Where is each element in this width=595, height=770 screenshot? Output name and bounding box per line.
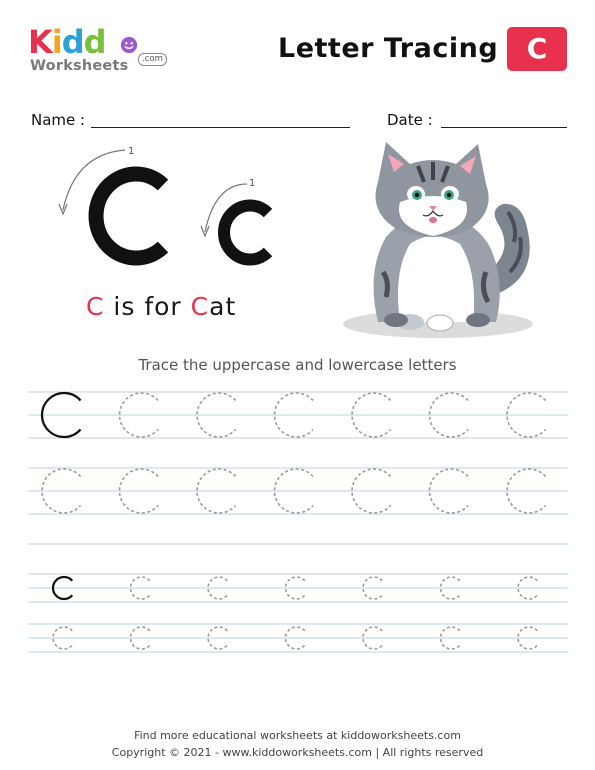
logo-subtitle: Worksheets [30, 58, 129, 74]
trace-letters [40, 391, 547, 650]
letter-showcase: 1 1 [58, 146, 273, 266]
date-label: Date : [387, 111, 433, 129]
slogan: C is for Cat [86, 292, 237, 321]
logo-domain: .com [138, 53, 167, 66]
tracing-practice-area[interactable] [28, 384, 568, 684]
kiddo-logo: Kiddo Worksheets .com [28, 22, 178, 84]
letter-badge: C [507, 27, 567, 71]
uppercase-c [88, 166, 169, 266]
logo-wordmark: Kiddo [28, 23, 107, 61]
instruction-text: Trace the uppercase and lowercase letter… [138, 356, 457, 374]
cat-illustration [343, 142, 533, 338]
name-field[interactable] [91, 127, 350, 128]
footer-promo: Find more educational worksheets at kidd… [134, 729, 461, 742]
date-field[interactable] [441, 127, 567, 128]
footer-copyright: Copyright © 2021 - www.kiddoworksheets.c… [111, 746, 484, 759]
stroke-number-upper: 1 [128, 146, 134, 157]
name-label: Name : [31, 111, 86, 129]
guide-lines [28, 391, 568, 653]
page-title: Letter Tracing [278, 33, 499, 64]
lowercase-c [218, 199, 273, 266]
smiley-icon [120, 36, 138, 54]
stroke-number-lower: 1 [249, 178, 255, 189]
